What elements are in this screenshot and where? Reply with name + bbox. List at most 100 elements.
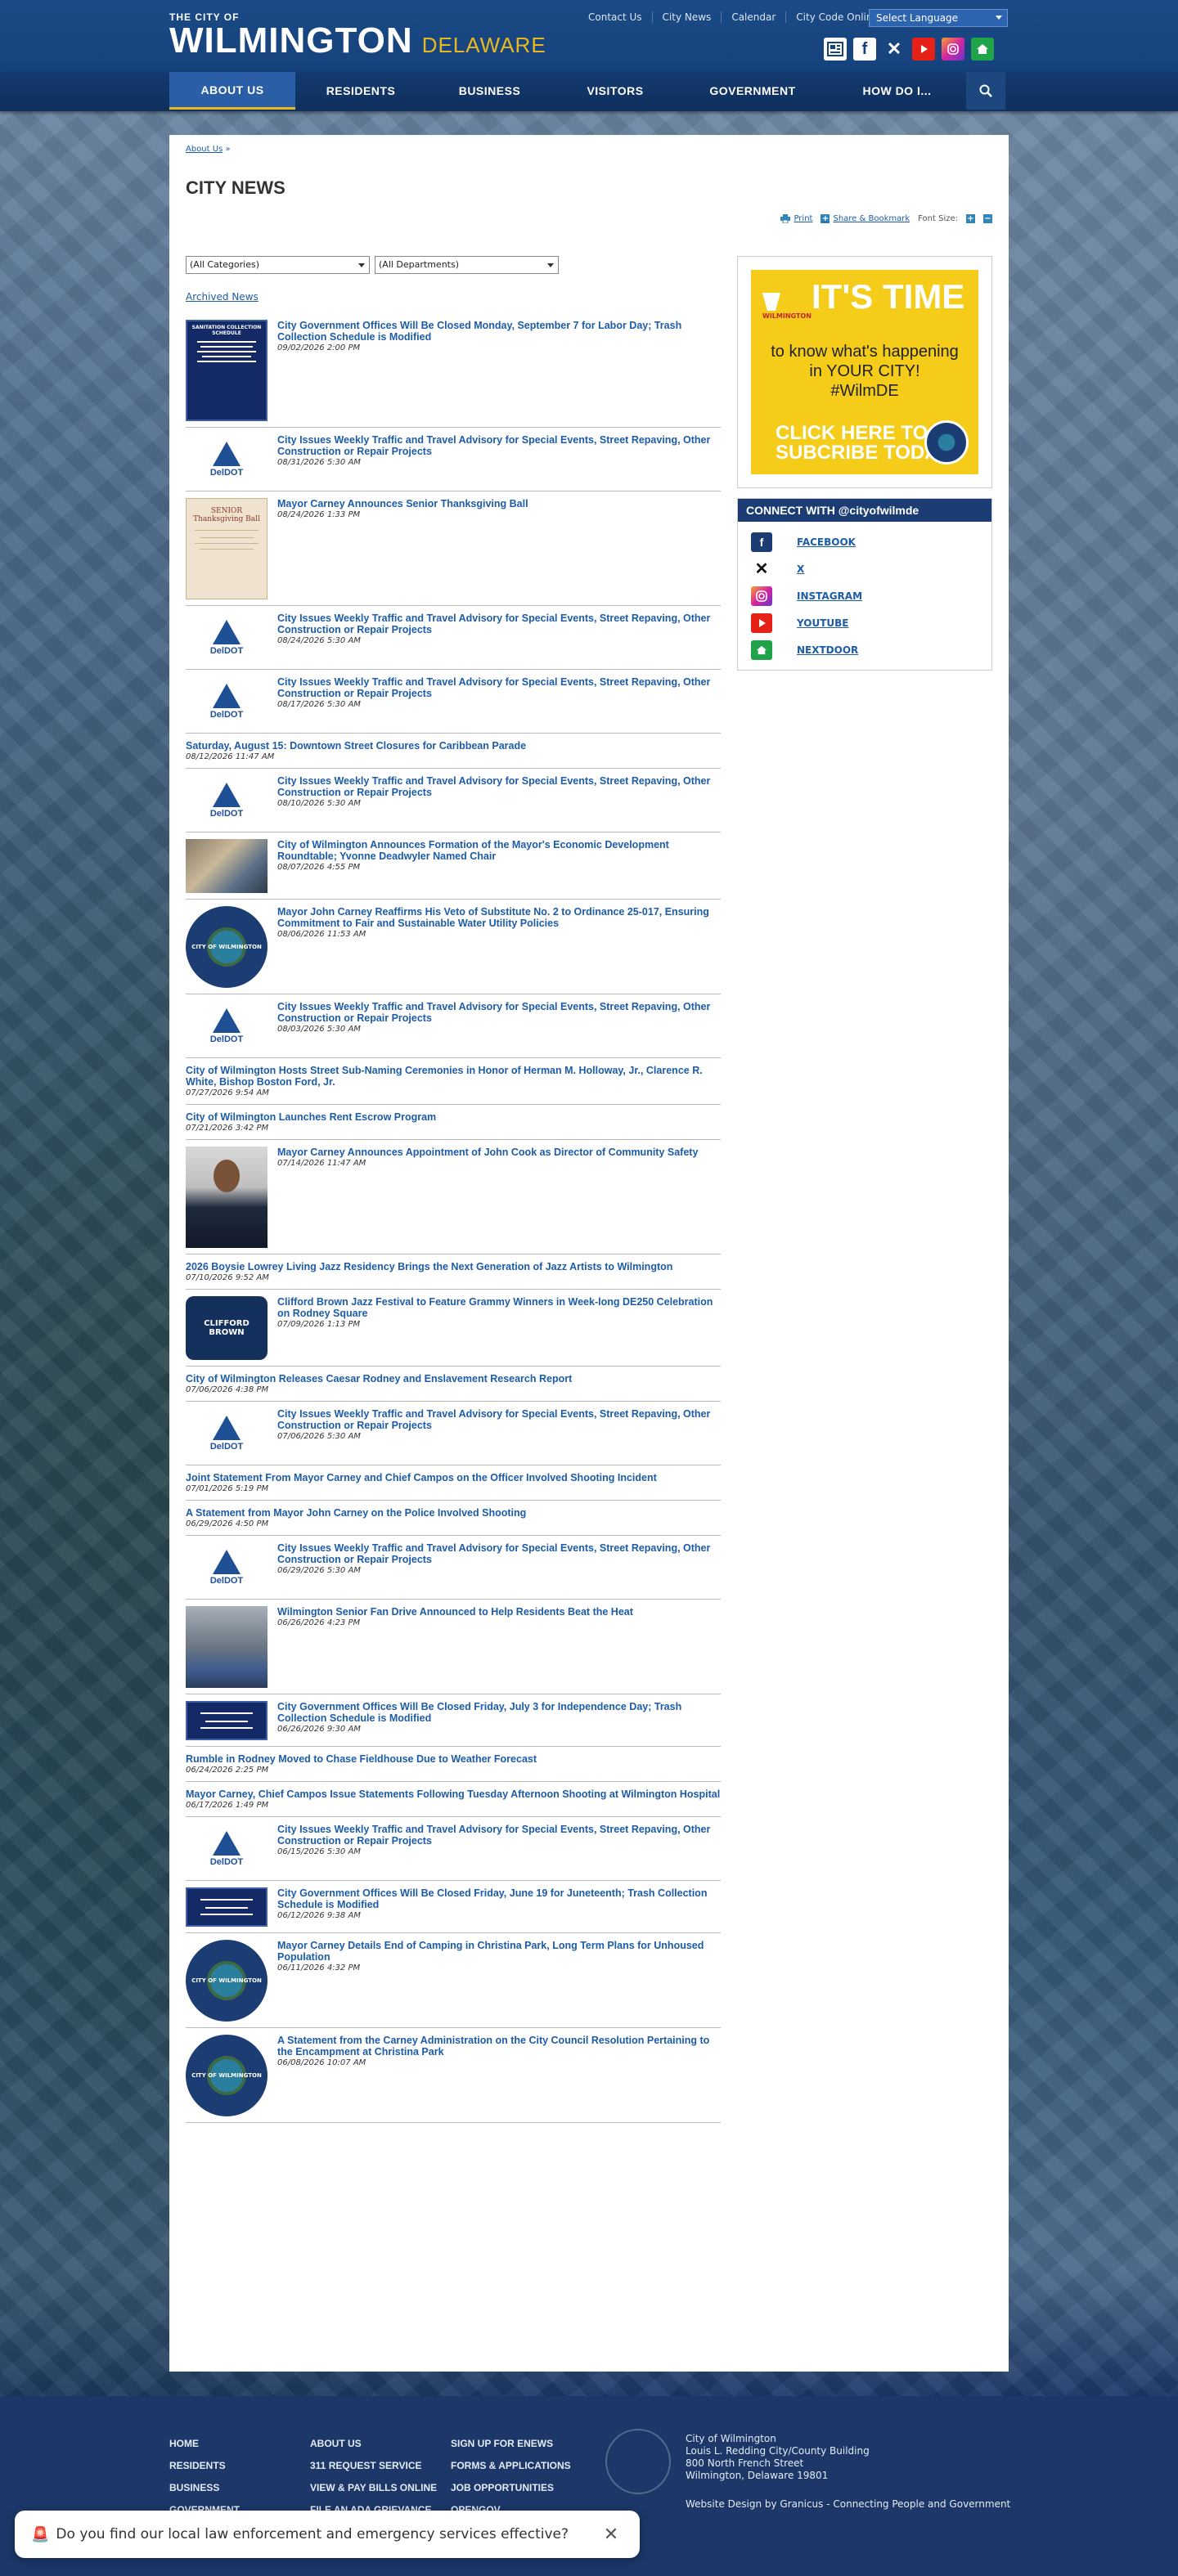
deldot-text: DelDOT (209, 468, 244, 478)
deldot-logo-thumbnail[interactable]: DelDOT (186, 1408, 268, 1459)
news-title-link[interactable]: City Issues Weekly Traffic and Travel Ad… (277, 1001, 721, 1024)
deldot-logo-thumbnail[interactable]: DelDOT (186, 1001, 268, 1052)
nav-about-us[interactable]: ABOUT US (169, 72, 295, 110)
footer-business-link[interactable]: BUSINESS (169, 2477, 240, 2499)
nextdoor-icon[interactable] (971, 38, 994, 61)
nav-visitors[interactable]: VISITORS (553, 72, 677, 110)
font-decrease-button[interactable]: − (983, 214, 992, 223)
search-icon[interactable] (966, 72, 1005, 110)
news-title-link[interactable]: City Issues Weekly Traffic and Travel Ad… (277, 1408, 721, 1431)
news-title-link[interactable]: Mayor Carney Announces Appointment of Jo… (277, 1147, 721, 1158)
city-seal-thumbnail[interactable]: CITY OF WILMINGTON (186, 906, 268, 988)
deldot-logo-thumbnail[interactable]: DelDOT (186, 434, 268, 485)
notice-thumbnail[interactable] (186, 1887, 268, 1927)
x-link[interactable]: X (797, 563, 804, 575)
calendar-link[interactable]: Calendar (722, 11, 787, 23)
news-title-link[interactable]: City Issues Weekly Traffic and Travel Ad… (277, 676, 721, 699)
language-select[interactable]: Select Language (869, 9, 1008, 27)
survey-question: Do you find our local law enforcement an… (56, 2526, 569, 2542)
instagram-icon[interactable] (942, 38, 964, 61)
footer-home-link[interactable]: HOME (169, 2433, 240, 2455)
news-title-link[interactable]: City Issues Weekly Traffic and Travel Ad… (277, 775, 721, 798)
news-item: City of Wilmington Releases Caesar Rodne… (186, 1373, 721, 1402)
city-seal-thumbnail[interactable]: CITY OF WILMINGTON (186, 2035, 268, 2116)
news-title-link[interactable]: Mayor Carney Announces Senior Thanksgivi… (277, 498, 721, 509)
category-select[interactable]: (All Categories) (186, 256, 370, 274)
subscribe-promo[interactable]: WILMINGTON IT'S TIME to know what's happ… (737, 256, 992, 488)
photo-thumbnail[interactable] (186, 839, 268, 893)
archived-news-link[interactable]: Archived News (186, 291, 259, 303)
city-seal-thumbnail[interactable]: CITY OF WILMINGTON (186, 1940, 268, 2022)
department-select[interactable]: (All Departments) (375, 256, 559, 274)
footer-residents-link[interactable]: RESIDENTS (169, 2455, 240, 2477)
footer-pay-bills-link[interactable]: VIEW & PAY BILLS ONLINE (310, 2477, 437, 2499)
nextdoor-link[interactable]: NEXTDOOR (797, 644, 858, 656)
news-title-link[interactable]: Clifford Brown Jazz Festival to Feature … (277, 1296, 721, 1319)
facebook-icon[interactable]: f (853, 38, 876, 61)
news-title-link[interactable]: City Issues Weekly Traffic and Travel Ad… (277, 1824, 721, 1847)
news-item-body: Clifford Brown Jazz Festival to Feature … (277, 1296, 721, 1360)
footer-about-link[interactable]: ABOUT US (310, 2433, 437, 2455)
news-title-link[interactable]: City Government Offices Will Be Closed M… (277, 320, 721, 343)
news-title-link[interactable]: Saturday, August 15: Downtown Street Clo… (186, 740, 721, 752)
footer-credit[interactable]: Website Design by Granicus - Connecting … (686, 2498, 1010, 2510)
flyer-thumbnail[interactable]: SENIOR Thanksgiving Ball (186, 498, 268, 599)
site-header: THE CITY OF WILMINGTON DELAWARE Contact … (0, 0, 1178, 72)
site-logo[interactable]: THE CITY OF WILMINGTON DELAWARE (169, 11, 546, 59)
news-title-link[interactable]: A Statement from Mayor John Carney on th… (186, 1507, 721, 1519)
news-title-link[interactable]: 2026 Boysie Lowrey Living Jazz Residency… (186, 1261, 721, 1272)
notice-thumbnail[interactable]: SANITATION COLLECTION SCHEDULE (186, 320, 268, 421)
breadcrumb-about-us[interactable]: About Us (186, 145, 223, 154)
font-increase-button[interactable]: + (966, 214, 975, 223)
facebook-link[interactable]: FACEBOOK (797, 536, 856, 548)
news-title-link[interactable]: A Statement from the Carney Administrati… (277, 2035, 721, 2058)
nav-government[interactable]: GOVERNMENT (677, 72, 828, 110)
city-news-link[interactable]: City News (653, 11, 722, 23)
news-title-link[interactable]: Mayor Carney, Chief Campos Issue Stateme… (186, 1788, 721, 1800)
photo-thumbnail[interactable] (186, 1606, 268, 1688)
nav-how-do-i[interactable]: HOW DO I... (828, 72, 966, 110)
youtube-icon[interactable] (912, 38, 935, 61)
deldot-logo-thumbnail[interactable]: DelDOT (186, 676, 268, 727)
news-title-link[interactable]: City Government Offices Will Be Closed F… (277, 1701, 721, 1724)
footer-seal-icon (605, 2429, 671, 2494)
instagram-link[interactable]: INSTAGRAM (797, 590, 862, 602)
x-icon[interactable]: ✕ (883, 38, 906, 61)
news-title-link[interactable]: City Issues Weekly Traffic and Travel Ad… (277, 1542, 721, 1565)
news-title-link[interactable]: City of Wilmington Launches Rent Escrow … (186, 1111, 721, 1123)
jazz-festival-thumbnail[interactable]: CLIFFORD BROWN (186, 1296, 268, 1360)
footer-forms-link[interactable]: FORMS & APPLICATIONS (451, 2455, 571, 2477)
news-title-link[interactable]: City of Wilmington Releases Caesar Rodne… (186, 1373, 721, 1384)
portrait-thumbnail[interactable] (186, 1147, 268, 1248)
news-title-link[interactable]: City of Wilmington Announces Formation o… (277, 839, 721, 862)
share-link[interactable]: + Share & Bookmark (821, 214, 910, 223)
deldot-logo-thumbnail[interactable]: DelDOT (186, 1542, 268, 1593)
deldot-logo-thumbnail[interactable]: DelDOT (186, 613, 268, 663)
news-title-link[interactable]: City of Wilmington Hosts Street Sub-Nami… (186, 1065, 721, 1088)
news-title-link[interactable]: Wilmington Senior Fan Drive Announced to… (277, 1606, 721, 1618)
footer-311-link[interactable]: 311 REQUEST SERVICE (310, 2455, 437, 2477)
footer-jobs-link[interactable]: JOB OPPORTUNITIES (451, 2477, 571, 2499)
news-title-link[interactable]: City Government Offices Will Be Closed F… (277, 1887, 721, 1910)
deldot-logo-thumbnail[interactable]: DelDOT (186, 775, 268, 826)
news-title-link[interactable]: Joint Statement From Mayor Carney and Ch… (186, 1472, 721, 1483)
footer-enews-link[interactable]: SIGN UP FOR ENEWS (451, 2433, 571, 2455)
close-icon[interactable]: ✕ (599, 2524, 623, 2545)
news-title-link[interactable]: Mayor Carney Details End of Camping in C… (277, 1940, 721, 1963)
notice-thumbnail[interactable] (186, 1701, 268, 1740)
news-item-body: City Issues Weekly Traffic and Travel Ad… (277, 613, 721, 663)
nav-business[interactable]: BUSINESS (426, 72, 553, 110)
news-date: 08/10/2026 5:30 AM (277, 799, 361, 808)
nav-residents[interactable]: RESIDENTS (295, 72, 426, 110)
deldot-logo-thumbnail[interactable]: DelDOT (186, 1824, 268, 1874)
newsletter-icon[interactable] (824, 38, 847, 61)
news-title-link[interactable]: Mayor John Carney Reaffirms His Veto of … (277, 906, 721, 929)
news-title-link[interactable]: City Issues Weekly Traffic and Travel Ad… (277, 434, 721, 457)
promo-hashtag: #WilmDE (830, 382, 899, 400)
print-link[interactable]: Print (780, 214, 812, 223)
news-title-link[interactable]: Rumble in Rodney Moved to Chase Fieldhou… (186, 1753, 721, 1765)
contact-us-link[interactable]: Contact Us (578, 11, 653, 23)
youtube-link[interactable]: YOUTUBE (797, 617, 848, 629)
news-title-link[interactable]: City Issues Weekly Traffic and Travel Ad… (277, 613, 721, 635)
survey-popup[interactable]: 🚨 Do you find our local law enforcement … (15, 2511, 640, 2558)
